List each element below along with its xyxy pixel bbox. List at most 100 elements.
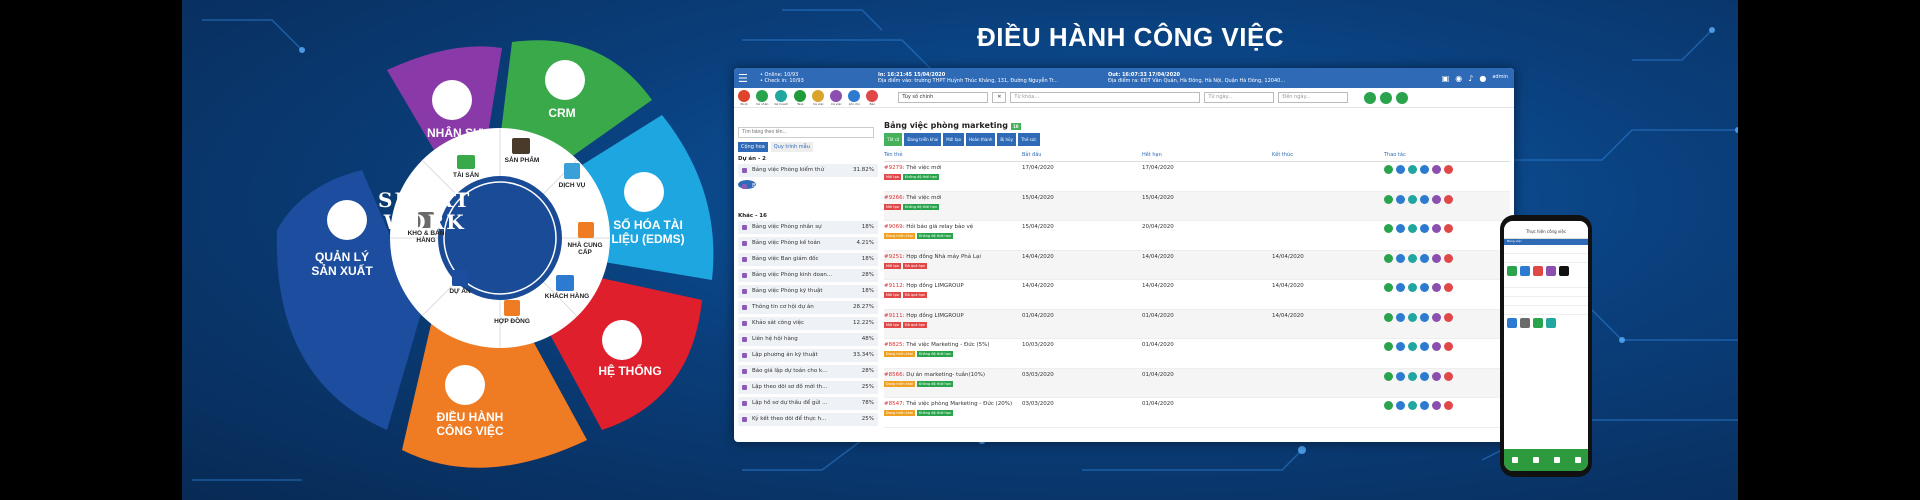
check-icon[interactable] <box>1396 91 1409 104</box>
table-row[interactable]: #8566: Dự án marketing- tuần(10%) Đang tr… <box>884 368 1510 398</box>
bell-icon[interactable]: ♪ <box>1468 74 1473 83</box>
col-ten-the[interactable]: Tên thẻ <box>884 152 1022 158</box>
notification-icon[interactable]: ◉ <box>1455 74 1462 83</box>
board-item[interactable]: Bảng việc Phòng kỹ thuật 18% <box>738 284 878 298</box>
board-item[interactable]: Thông tin cơ hội dự án 28.27% <box>738 300 878 314</box>
row-action-icon[interactable] <box>1432 253 1441 263</box>
task-name-cell[interactable]: #8825: Thẻ việc Marketing - Đức (5%) Đang… <box>884 342 1022 368</box>
group-khac[interactable]: Khác - 16 <box>738 213 878 219</box>
board-item[interactable]: Báo giá lập dự toán cho k... 28% <box>738 364 878 378</box>
row-action-icon[interactable] <box>1408 401 1417 410</box>
board-item[interactable]: Bảng việc phòng marketing38% <box>738 179 792 207</box>
phone-module-icon[interactable] <box>1533 266 1543 276</box>
row-action-icon[interactable] <box>1432 342 1441 351</box>
table-row[interactable]: #8547: Thẻ việc phòng Marketing - Đức (2… <box>884 398 1510 428</box>
task-code[interactable]: #9111 <box>884 313 903 319</box>
phone-module-icon[interactable] <box>1546 318 1556 328</box>
board-item[interactable]: Khảo sát công việc 12.22% <box>738 316 878 330</box>
module-5[interactable]: Cá việc <box>830 89 843 106</box>
row-action-icon[interactable] <box>1420 224 1429 233</box>
col-bat-dau[interactable]: Bắt đầu <box>1022 152 1142 158</box>
module-1[interactable]: Cá nhân <box>756 89 768 106</box>
row-action-icon[interactable] <box>1444 165 1453 174</box>
tab-cong-hoa[interactable]: Cộng hoa <box>738 141 768 152</box>
table-row[interactable]: #9069: Hỏi báo giá relay bảo vệ Đang triể… <box>884 221 1510 251</box>
table-row[interactable]: #9279: Thẻ việc mới Mới tạo Không độ thời … <box>884 162 1510 192</box>
row-action-icon[interactable] <box>1444 312 1453 322</box>
board-item[interactable]: Lập hồ sơ dự thầu để gửi ... 78% <box>738 396 878 410</box>
row-action-icon[interactable] <box>1444 401 1453 410</box>
print-icon[interactable] <box>1380 91 1393 104</box>
task-name-cell[interactable]: #9251: Hợp đồng Nhà máy Phả Lại Mới tạo Đã… <box>884 254 1022 280</box>
module-3[interactable]: Task <box>794 89 807 106</box>
task-name-cell[interactable]: #9279: Thẻ việc mới Mới tạo Không độ thời … <box>884 165 1022 191</box>
task-code[interactable]: #9112 <box>884 283 903 289</box>
row-action-icon[interactable] <box>1384 194 1393 204</box>
row-action-icon[interactable] <box>1384 253 1393 263</box>
phone-module-icon[interactable] <box>1546 266 1556 276</box>
row-action-icon[interactable] <box>1444 194 1453 204</box>
board-item[interactable]: Lập phương án kỹ thuật 33.34% <box>738 348 878 362</box>
task-name-cell[interactable]: #9069: Hỏi báo giá relay bảo vệ Đang triể… <box>884 224 1022 250</box>
video-icon[interactable]: ▣ <box>1442 74 1450 83</box>
module-6[interactable]: Ghi chú <box>848 89 861 106</box>
task-name[interactable]: : Thẻ việc Marketing - Đức (5%) <box>903 342 990 348</box>
row-action-icon[interactable] <box>1396 342 1405 351</box>
row-action-icon[interactable] <box>1384 312 1393 322</box>
filter-select[interactable]: Tùy số chính <box>898 92 989 103</box>
row-action-icon[interactable] <box>1420 342 1429 351</box>
phone-module-icon[interactable] <box>1507 266 1517 276</box>
phone-module-icon[interactable] <box>1520 318 1530 328</box>
row-action-icon[interactable] <box>1396 401 1405 410</box>
module-4[interactable]: Cá việc <box>812 89 825 106</box>
avatar[interactable]: ● <box>1479 74 1486 83</box>
task-code[interactable]: #9266 <box>884 195 903 201</box>
board-item[interactable]: Bảng việc Phòng kiểm thử 31.82% <box>738 163 878 177</box>
nav-home-icon[interactable] <box>1511 457 1518 463</box>
status-tab[interactable]: Tất cả <box>884 133 903 146</box>
row-action-icon[interactable] <box>1396 312 1405 322</box>
task-name[interactable]: : Thẻ việc phòng Marketing - Đức (20%) <box>903 401 1013 407</box>
row-action-icon[interactable] <box>1384 401 1393 410</box>
nav-list-icon[interactable] <box>1532 457 1539 463</box>
task-code[interactable]: #9069 <box>884 224 903 230</box>
row-action-icon[interactable] <box>1432 371 1441 381</box>
board-item[interactable]: Bảng việc Phòng kinh doan... 28% <box>738 268 878 282</box>
board-item[interactable]: Bảng việc Phòng nhân sự 18% <box>738 220 878 234</box>
row-action-icon[interactable] <box>1444 342 1453 351</box>
row-action-icon[interactable] <box>1408 342 1417 351</box>
row-action-icon[interactable] <box>1396 194 1405 204</box>
board-search-input[interactable] <box>738 126 874 138</box>
keyword-search-input[interactable]: Từ khóa... <box>1010 92 1201 103</box>
module-7[interactable]: Báo <box>866 89 879 106</box>
table-row[interactable]: #8825: Thẻ việc Marketing - Đức (5%) Đang… <box>884 339 1510 369</box>
phone-module-icon[interactable] <box>1520 266 1530 276</box>
row-action-icon[interactable] <box>1384 283 1393 292</box>
row-action-icon[interactable] <box>1420 371 1429 381</box>
task-name[interactable]: : Hỏi báo giá relay bảo vệ <box>903 224 974 230</box>
date-to-input[interactable]: Đến ngày... <box>1278 92 1349 103</box>
status-tab[interactable]: Bị hủy <box>997 133 1016 146</box>
board-item[interactable]: Bảng việc Phòng kế toán 4.21% <box>738 236 878 250</box>
col-het-han[interactable]: Hết hạn <box>1142 152 1272 158</box>
row-action-icon[interactable] <box>1408 165 1417 174</box>
row-action-icon[interactable] <box>1396 253 1405 263</box>
row-action-icon[interactable] <box>1444 283 1453 292</box>
row-action-icon[interactable] <box>1432 401 1441 410</box>
status-tab[interactable]: Mới tạo <box>943 133 965 146</box>
clear-filter-button[interactable]: ✕ <box>992 92 1007 103</box>
task-name-cell[interactable]: #9111: Hợp đồng LIMGROUP Mới tạo Đã quá hạ… <box>884 313 1022 339</box>
phone-module-icon[interactable] <box>1559 266 1569 276</box>
row-action-icon[interactable] <box>1384 165 1393 174</box>
tab-quy-trinh-mau[interactable]: Quy trình mẫu <box>770 141 813 152</box>
row-action-icon[interactable] <box>1420 283 1429 292</box>
nav-chat-icon[interactable] <box>1553 457 1560 463</box>
row-action-icon[interactable] <box>1420 253 1429 263</box>
board-item[interactable]: Lập theo dõi sơ đồ mới th... 25% <box>738 380 878 394</box>
phone-module-icon[interactable] <box>1507 318 1517 328</box>
menu-icon[interactable]: ☰ <box>738 72 756 85</box>
task-name-cell[interactable]: #8547: Thẻ việc phòng Marketing - Đức (2… <box>884 401 1022 427</box>
board-item[interactable]: Bảng việc Ban giám đốc 18% <box>738 252 878 266</box>
row-action-icon[interactable] <box>1444 253 1453 263</box>
row-action-icon[interactable] <box>1432 283 1441 292</box>
